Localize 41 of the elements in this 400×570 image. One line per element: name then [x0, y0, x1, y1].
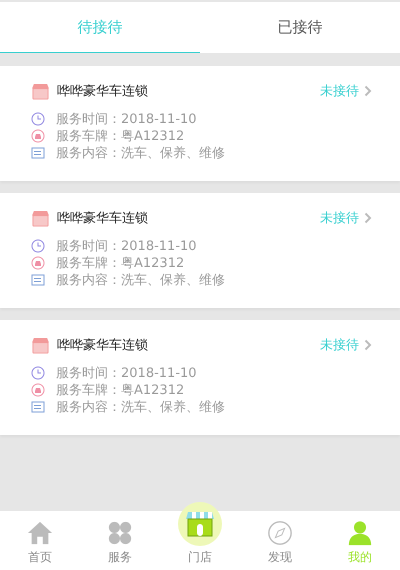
shop-name: 哗哗豪华车连锁	[57, 337, 149, 354]
store-icon	[31, 210, 50, 226]
info-text: 服务时间：2018-11-10	[56, 238, 197, 254]
info-text: 服务内容：洗车、保养、维修	[56, 144, 225, 162]
car-icon	[31, 382, 45, 396]
info-text: 服务车牌：粤A12312	[56, 128, 184, 144]
shop-name: 哗哗豪华车连锁	[57, 210, 149, 227]
order-card[interactable]: 哗哗豪华车连锁 未接待 服务时间：2018-11-10 服务车牌：粤A12312 服务内容：洗车、保养、维修	[0, 66, 400, 181]
home-icon	[27, 520, 53, 546]
order-card[interactable]: 哗哗豪华车连锁 未接待 服务时间：2018-11-10 服务车牌：粤A12312 服务内容：洗车、保养、维修	[0, 193, 400, 308]
list-icon	[31, 272, 45, 286]
info-text: 服务时间：2018-11-10	[56, 110, 197, 128]
nav-item[interactable]: 发现	[240, 520, 320, 566]
car-icon	[31, 128, 45, 142]
info-text: 服务车牌：粤A12312	[56, 254, 184, 272]
list-icon	[31, 400, 45, 414]
chevron-icon	[364, 339, 372, 351]
status-text: 未接待	[320, 210, 359, 227]
nav-item[interactable]: 首页	[0, 520, 80, 566]
grid-icon	[107, 520, 133, 546]
nav-item[interactable]: 服务	[80, 520, 160, 566]
status-text: 未接待	[320, 337, 359, 354]
order-card[interactable]: 哗哗豪华车连锁 未接待 服务时间：2018-11-10 服务车牌：粤A12312 服务内容：洗车、保养、维修	[0, 320, 400, 435]
compass-icon	[267, 520, 293, 546]
car-icon	[31, 256, 45, 270]
clock-icon	[31, 238, 45, 252]
chevron-icon	[364, 85, 372, 97]
chevron-icon	[364, 212, 372, 224]
info-text: 服务内容：洗车、保养、维修	[56, 398, 225, 416]
info-text: 服务时间：2018-11-10	[56, 364, 197, 382]
list-icon	[31, 146, 45, 160]
info-text: 服务内容：洗车、保养、维修	[56, 272, 225, 288]
clock-icon	[31, 366, 45, 380]
nav-item[interactable]: 门店	[160, 502, 240, 566]
info-text: 服务车牌：粤A12312	[56, 382, 184, 398]
status-text: 未接待	[320, 83, 359, 100]
store-icon	[31, 336, 50, 354]
person-icon	[347, 520, 373, 546]
store-icon	[31, 82, 50, 100]
shop-name: 哗哗豪华车连锁	[57, 83, 149, 100]
clock-icon	[31, 112, 45, 126]
